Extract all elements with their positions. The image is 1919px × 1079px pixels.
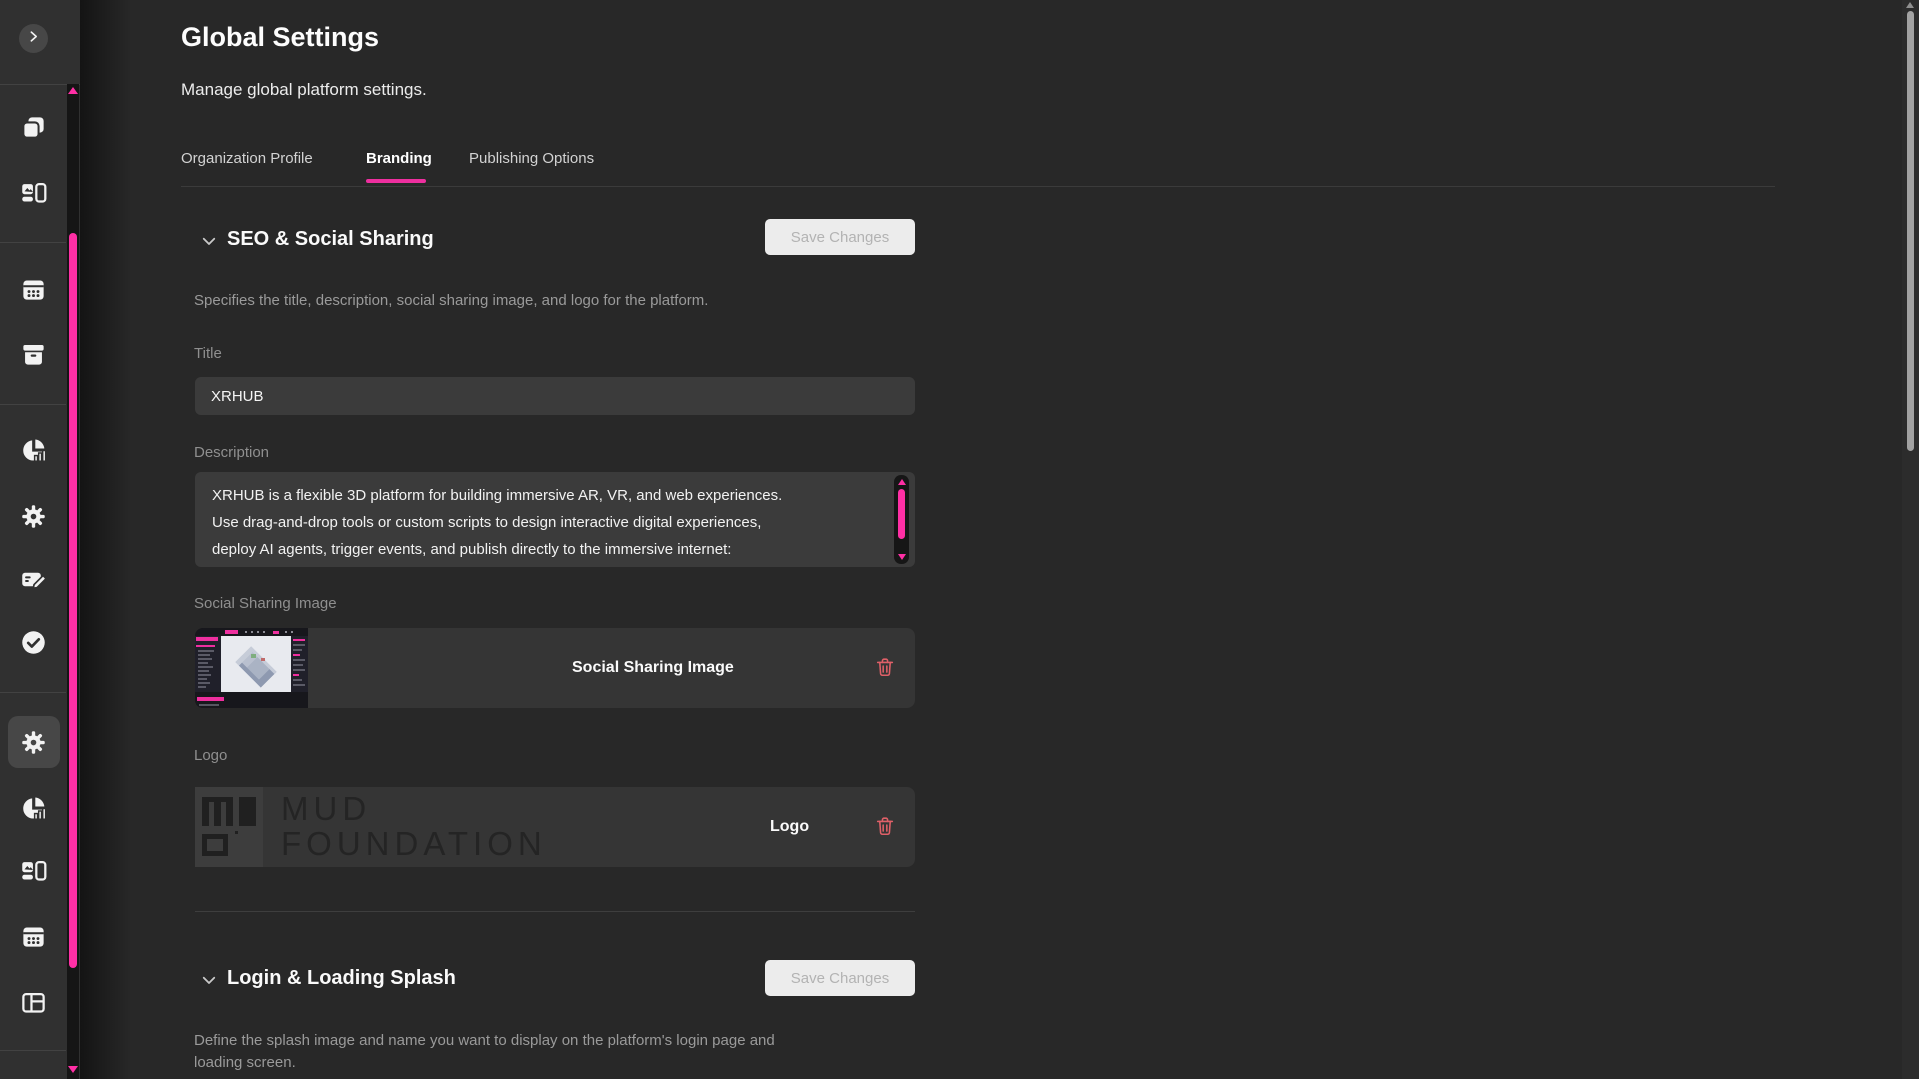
section-title-seo[interactable]: SEO & Social Sharing: [227, 228, 434, 251]
trash-icon: [874, 666, 896, 681]
check-circle-icon: [20, 629, 47, 656]
active-tab-underline: [366, 179, 426, 183]
splash-section-description-line2: loading screen.: [194, 1052, 296, 1074]
trash-icon: [874, 825, 896, 840]
description-line: deploy AI agents, trigger events, and pu…: [212, 536, 875, 563]
gear-icon-active: [20, 729, 47, 756]
thumb-bottom-bar: [195, 692, 308, 708]
section-title-splash[interactable]: Login & Loading Splash: [227, 967, 456, 990]
sidebar-item-global-settings[interactable]: [20, 729, 47, 756]
sidebar-scrollbar-down-arrow[interactable]: [68, 1066, 78, 1073]
sidebar-item-media[interactable]: [20, 179, 47, 206]
save-changes-button-splash[interactable]: Save Changes: [765, 960, 915, 996]
thumb-right-panel: [291, 636, 308, 692]
card-edit-icon: [20, 566, 47, 593]
save-changes-button-seo[interactable]: Save Changes: [765, 219, 915, 255]
logo-field-label: Logo: [194, 747, 227, 764]
seo-section-description: Specifies the title, description, social…: [194, 290, 708, 312]
chevron-down-icon[interactable]: [200, 232, 218, 250]
page-scrollbar-up-arrow[interactable]: [1906, 2, 1914, 8]
sidebar-item-approvals[interactable]: [20, 629, 47, 656]
description-textarea[interactable]: XRHUB is a flexible 3D platform for buil…: [195, 472, 915, 567]
title-field-label: Title: [194, 345, 222, 362]
tab-branding[interactable]: Branding: [366, 150, 432, 167]
description-line-clipped: virtual worlds, events, games, and more.: [212, 563, 875, 567]
thumb-toolbar: [195, 628, 308, 636]
sidebar-item-events[interactable]: [20, 276, 47, 303]
analytics-pie-icon: [20, 437, 47, 464]
description-field-label: Description: [194, 444, 269, 461]
textarea-scrollbar-thumb[interactable]: [898, 489, 905, 539]
sidebar-item-layouts[interactable]: [20, 989, 47, 1016]
title-input[interactable]: [195, 377, 915, 415]
sidebar-item-analytics[interactable]: [20, 437, 47, 464]
tab-publishing-options[interactable]: Publishing Options: [469, 150, 594, 167]
analytics-pie-icon: [20, 795, 47, 822]
tabs-divider: [181, 186, 1775, 187]
gear-icon: [20, 503, 47, 530]
tab-organization-profile[interactable]: Organization Profile: [181, 150, 313, 167]
sidebar-item-platform-events[interactable]: [20, 923, 47, 950]
divider: [0, 404, 66, 405]
divider: [0, 1050, 66, 1051]
logo-mark: [195, 787, 263, 867]
page-subtitle: Manage global platform settings.: [181, 80, 427, 100]
social-image-item-label: Social Sharing Image: [572, 628, 734, 708]
description-line: Use drag-and-drop tools or custom script…: [212, 509, 875, 536]
textarea-scrollbar-track[interactable]: [894, 475, 909, 564]
sidebar-item-platform-analytics[interactable]: [20, 795, 47, 822]
textarea-scrollbar-up-arrow[interactable]: [898, 479, 906, 485]
calendar-icon: [20, 923, 47, 950]
textarea-scrollbar-down-arrow[interactable]: [898, 554, 906, 560]
logo-item-label: Logo: [770, 787, 809, 867]
copy-icon: [20, 114, 47, 141]
social-image-field-label: Social Sharing Image: [194, 595, 337, 612]
divider: [0, 242, 66, 243]
global-settings-screen: Global Settings Manage global platform s…: [0, 0, 1919, 1079]
chevron-right-icon: [27, 30, 40, 48]
splash-section-description-line1: Define the splash image and name you wan…: [194, 1030, 775, 1052]
sidebar-item-archive[interactable]: [20, 341, 47, 368]
calendar-icon: [20, 276, 47, 303]
sidebar-item-platform-media[interactable]: [20, 857, 47, 884]
description-line: XRHUB is a flexible 3D platform for buil…: [212, 482, 875, 509]
logo-word-mud: MUD: [281, 792, 371, 825]
delete-logo-button[interactable]: [873, 815, 897, 839]
page-scrollbar-track[interactable]: [1902, 0, 1919, 1079]
social-sharing-image-thumbnail: [195, 628, 308, 708]
sidebar-expand-button[interactable]: [19, 24, 48, 53]
sidebar-item-billing[interactable]: [20, 566, 47, 593]
devices-icon: [20, 857, 47, 884]
page-scrollbar-thumb[interactable]: [1907, 11, 1914, 451]
divider: [0, 692, 66, 693]
logo-word-foundation: FOUNDATION: [281, 827, 547, 860]
layout-icon: [20, 989, 47, 1016]
social-image-row[interactable]: Social Sharing Image: [195, 628, 915, 708]
section-divider: [195, 911, 915, 912]
sidebar-shadow: [80, 0, 132, 1079]
sidebar-item-settings[interactable]: [20, 503, 47, 530]
thumb-left-panel: [195, 636, 221, 692]
devices-icon: [20, 179, 47, 206]
sidebar: [0, 0, 80, 1079]
logo-image: MUD FOUNDATION: [195, 787, 565, 867]
chevron-down-icon[interactable]: [200, 971, 218, 989]
page-title: Global Settings: [181, 22, 379, 53]
archive-icon: [20, 341, 47, 368]
logo-row[interactable]: MUD FOUNDATION Logo: [195, 787, 915, 867]
sidebar-scrollbar-thumb[interactable]: [69, 233, 77, 968]
sidebar-scrollbar-up-arrow[interactable]: [68, 87, 78, 94]
sidebar-item-scenes[interactable]: [20, 114, 47, 141]
thumb-viewport: [221, 636, 291, 692]
delete-social-image-button[interactable]: [873, 656, 897, 680]
